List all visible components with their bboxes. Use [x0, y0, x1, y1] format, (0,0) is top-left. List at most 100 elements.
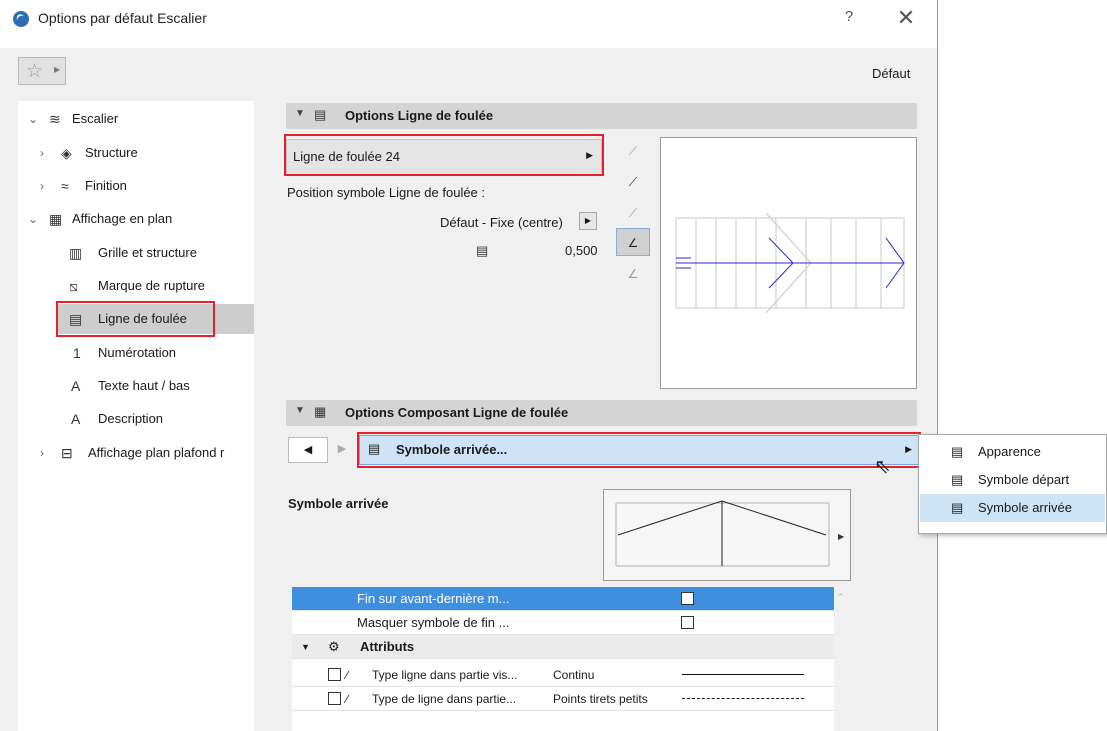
checkbox[interactable] [328, 692, 341, 705]
table-row[interactable]: ∕ Type de ligne dans partie... Points ti… [292, 687, 834, 711]
arrow-symbol-drawing: ▶ [615, 500, 845, 567]
ratio-value[interactable]: 0,500 [565, 243, 598, 258]
next-panel-button[interactable]: ▶ [328, 437, 356, 463]
section-options-header[interactable]: ▼ ▤ Options Ligne de foulée [286, 103, 917, 129]
row-value[interactable]: Points tirets petits [553, 687, 648, 711]
chevron-down-icon: ⌄ [28, 212, 39, 226]
section-component-header[interactable]: ▼ ▦ Options Composant Ligne de foulée [286, 400, 917, 426]
grid-icon: ▥ [69, 245, 83, 261]
group-label: Attributs [360, 639, 415, 654]
help-button[interactable]: ? [838, 8, 860, 30]
caret-right-icon: ▶ [54, 65, 61, 74]
tree-item-label: Finition [85, 178, 127, 193]
popup-item-symbole-depart[interactable]: ▤ Symbole départ [920, 466, 1105, 494]
previous-panel-button[interactable]: ◀ [288, 437, 328, 463]
default-label: Défaut [872, 66, 911, 81]
svg-text:▶: ▶ [838, 532, 845, 541]
tree-item-numerotation[interactable]: 1 Numérotation [18, 338, 254, 368]
walking-line-icon: ▤ [951, 444, 964, 459]
line-style-5-button[interactable]: ∠ [616, 260, 650, 288]
row-label: Type de ligne dans partie... [372, 692, 517, 706]
triangle-down-icon: ▼ [301, 642, 310, 652]
tree-item-plafond[interactable]: › ⊟ Affichage plan plafond r [18, 438, 254, 468]
tree-item-texte[interactable]: A Texte haut / bas [18, 371, 254, 401]
tree-item-label: Numérotation [98, 345, 177, 360]
line-style-4-button[interactable]: ∠ [616, 228, 650, 256]
break-mark-icon: ⧅ [69, 278, 78, 294]
walking-line-icon: ▤ [951, 500, 964, 515]
chevron-right-icon: › [40, 179, 44, 193]
line-style-1-button[interactable]: ⟋ [616, 137, 650, 165]
position-value: Défaut - Fixe (centre) [440, 215, 563, 230]
table-row[interactable]: Fin sur avant-dernière m... [292, 587, 834, 611]
table-scrollbar[interactable] [834, 587, 851, 731]
tree-item-description[interactable]: A Description [18, 404, 254, 434]
tree-item-label: Marque de rupture [98, 278, 205, 293]
favorites-button[interactable]: ☆ ▶ [18, 57, 66, 85]
popup-item-label: Symbole départ [978, 472, 1070, 487]
tree-item-label: Escalier [72, 111, 119, 126]
highlight-box [284, 134, 604, 176]
stair-preview-drawing [675, 212, 905, 314]
tree-item-label: Texte haut / bas [98, 378, 190, 393]
mouse-cursor-icon: ⇖ [874, 456, 891, 478]
row-label: Masquer symbole de fin ... [357, 615, 510, 630]
pen-icon: ∕ [346, 668, 349, 682]
settings-tree: ⌄ ≋ Escalier › ◈ Structure › ≈ Finition … [18, 101, 254, 731]
symbol-label: Symbole arrivée [288, 496, 389, 511]
row-label: Fin sur avant-dernière m... [357, 591, 510, 606]
tree-item-label: Grille et structure [98, 245, 197, 260]
symbol-preview[interactable]: ▶ [603, 489, 851, 581]
solid-line-sample [682, 674, 804, 675]
position-dropdown-button[interactable]: ▶ [579, 212, 597, 230]
stair-preview [660, 137, 917, 389]
ceiling-plan-icon: ⊟ [61, 445, 73, 461]
triangle-down-icon: ▼ [295, 405, 305, 416]
description-icon: A [71, 411, 81, 427]
popup-item-apparence[interactable]: ▤ Apparence [920, 438, 1105, 466]
tree-item-structure[interactable]: › ◈ Structure [18, 138, 254, 168]
checkbox[interactable] [681, 616, 694, 629]
tree-item-escalier[interactable]: ⌄ ≋ Escalier [18, 104, 254, 134]
finish-icon: ≈ [61, 178, 69, 194]
triangle-down-icon: ▼ [295, 108, 305, 119]
close-button[interactable]: ✕ [893, 6, 919, 32]
position-label: Position symbole Ligne de foulée : [287, 185, 486, 200]
tree-item-label: Affichage en plan [72, 211, 173, 226]
title-bar: Options par défaut Escalier ? ✕ [0, 0, 937, 48]
attributes-icon: ⚙ [328, 639, 340, 654]
checkbox[interactable] [681, 592, 694, 605]
tree-item-label: Affichage plan plafond r [88, 445, 225, 460]
component-popup-menu: ▤ Apparence ▤ Symbole départ ▤ Symbole a… [918, 434, 1107, 534]
tree-item-grille[interactable]: ▥ Grille et structure [18, 238, 254, 268]
line-style-3-button[interactable]: ⟋ [616, 199, 650, 227]
stair-icon: ≋ [49, 111, 61, 127]
archicad-app-icon [13, 11, 29, 27]
row-value[interactable]: Continu [553, 663, 594, 687]
highlight-box [357, 432, 921, 468]
popup-item-symbole-arrivee[interactable]: ▤ Symbole arrivée [920, 494, 1105, 522]
checkbox[interactable] [328, 668, 341, 681]
line-style-2-button[interactable]: ⟋ [616, 168, 650, 196]
row-label: Type ligne dans partie vis... [372, 668, 518, 682]
pen-icon: ∕ [346, 692, 349, 706]
popup-item-label: Apparence [978, 444, 1041, 459]
walking-line-icon: ▤ [951, 472, 964, 487]
popup-item-label: Symbole arrivée [978, 500, 1072, 515]
text-icon: A [71, 378, 81, 394]
tree-item-finition[interactable]: › ≈ Finition [18, 171, 254, 201]
table-group-row[interactable]: ▼ ⚙ Attributs [292, 635, 834, 659]
chevron-down-icon: ⌄ [28, 112, 39, 126]
tree-item-marque-rupture[interactable]: ⧅ Marque de rupture [18, 271, 254, 301]
tree-item-label: Structure [85, 145, 138, 160]
tree-item-affichage-en-plan[interactable]: ⌄ ▦ Affichage en plan [18, 204, 254, 234]
table-row[interactable]: ∕ Type ligne dans partie vis... Continu [292, 663, 834, 687]
numbering-icon: 1 [73, 345, 81, 361]
highlight-box [56, 301, 215, 337]
floor-plan-icon: ▦ [49, 211, 63, 227]
dashdot-line-sample [682, 698, 804, 699]
table-row[interactable]: Masquer symbole de fin ... [292, 611, 834, 635]
scroll-up-icon[interactable]: ⌃ [837, 592, 845, 603]
chevron-right-icon: › [40, 146, 44, 160]
window-title: Options par défaut Escalier [38, 10, 207, 26]
